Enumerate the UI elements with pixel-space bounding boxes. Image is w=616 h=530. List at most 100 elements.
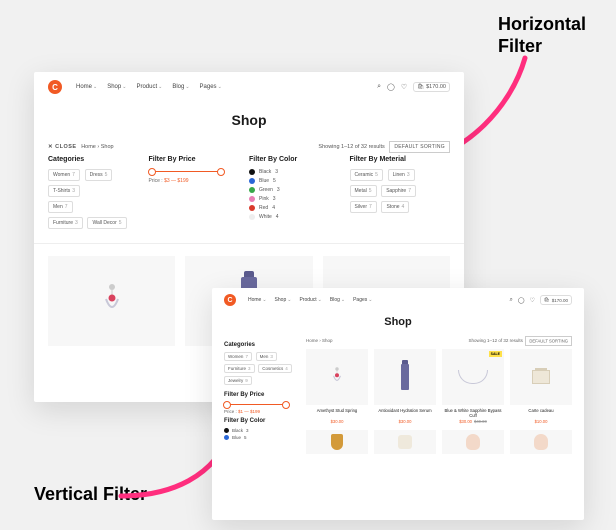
nav-shop[interactable]: Shop⌄ (275, 297, 292, 303)
bracelet-icon (458, 370, 488, 384)
filter-price: Filter By Price Price : $3 — $199 (149, 156, 250, 233)
result-count: Showing 1–12 of 32 results (469, 338, 523, 343)
color-option[interactable]: Black 3 (249, 169, 344, 175)
category-chip[interactable]: Furniture3 (48, 217, 83, 229)
nav-blog[interactable]: Blog⌄ (172, 84, 189, 90)
bottle-icon (401, 364, 409, 390)
product-card[interactable]: SALE Blue & White Sapphire Bypass Cuff $… (442, 349, 504, 424)
cart-button[interactable]: 🛍 $170.00 (413, 82, 450, 92)
product-card[interactable]: Antioxidant Hydration Serum $30.00 (374, 349, 436, 424)
wishlist-icon[interactable]: ♡ (401, 83, 407, 91)
sort-select[interactable]: DEFAULT SORTING (389, 141, 450, 153)
user-icon[interactable]: ◯ (518, 297, 525, 304)
toolbar: ✕ CLOSE Home › Shop Showing 1–12 of 32 r… (34, 144, 464, 156)
color-option[interactable]: Blue 5 (249, 178, 344, 184)
nav-product[interactable]: Product⌄ (299, 297, 321, 303)
product-name: Amethyst Stud Spring (306, 408, 368, 418)
filter-color: Filter By Color Black 3 Blue 5 Green 3 P… (249, 156, 350, 233)
product-card[interactable] (48, 256, 175, 346)
vertical-filter-sidebar: Categories Women7 Men3 Furniture3 Cosmet… (224, 338, 296, 454)
result-count: Showing 1–12 of 32 results (318, 144, 384, 150)
category-chip[interactable]: Jewelry9 (224, 376, 252, 385)
color-option[interactable]: Black 3 (224, 428, 296, 433)
wishlist-icon[interactable]: ♡ (530, 297, 535, 304)
nav-pages[interactable]: Pages⌄ (200, 84, 222, 90)
search-icon[interactable]: ⌕ (510, 297, 513, 304)
logo[interactable]: C (48, 80, 62, 94)
product-card[interactable] (510, 430, 572, 454)
logo[interactable]: C (224, 294, 236, 306)
material-heading: Filter By Meterial (350, 156, 445, 163)
category-chip[interactable]: Dress5 (85, 169, 113, 181)
nav-pages[interactable]: Pages⌄ (353, 297, 372, 303)
product-name: Antioxidant Hydration Serum (374, 408, 436, 418)
sale-badge: SALE (489, 351, 502, 357)
page-title: Shop (212, 308, 584, 338)
header: C Home⌄ Shop⌄ Product⌄ Blog⌄ Pages⌄ ⌕ ◯ … (212, 288, 584, 308)
category-chip[interactable]: Men3 (256, 352, 277, 361)
nav-product[interactable]: Product⌄ (136, 84, 162, 90)
user-icon[interactable]: ◯ (387, 83, 395, 91)
product-image (48, 256, 175, 346)
price-heading: Filter By Price (149, 156, 244, 163)
category-chip[interactable]: Furniture3 (224, 364, 255, 373)
nav-blog[interactable]: Blog⌄ (330, 297, 345, 303)
product-name: Carte cadeau (510, 408, 572, 418)
product-price: $30.00 (374, 419, 436, 424)
product-price: $10.00 (510, 419, 572, 424)
breadcrumb: Home › Shop (306, 338, 333, 343)
material-chip[interactable]: Linen3 (388, 169, 415, 181)
product-card[interactable]: Carte cadeau $10.00 (510, 349, 572, 424)
product-grid: Amethyst Stud Spring $30.00 Antioxidant … (306, 349, 572, 454)
category-chip[interactable]: Women7 (224, 352, 252, 361)
cart-button[interactable]: 🛍 $170.00 (540, 295, 572, 305)
product-card[interactable]: Amethyst Stud Spring $30.00 (306, 349, 368, 424)
thumb-icon (534, 434, 548, 450)
nav-home[interactable]: Home⌄ (248, 297, 267, 303)
page-title: Shop (34, 98, 464, 144)
close-filter-button[interactable]: ✕ CLOSE (48, 144, 77, 150)
thumb-icon (331, 434, 343, 450)
panel-vertical-filter: C Home⌄ Shop⌄ Product⌄ Blog⌄ Pages⌄ ⌕ ◯ … (212, 288, 584, 520)
header: C Home⌄ Shop⌄ Product⌄ Blog⌄ Pages⌄ ⌕ ◯ … (34, 72, 464, 98)
material-chip[interactable]: Ceramic5 (350, 169, 383, 181)
price-slider[interactable] (224, 404, 289, 405)
product-name: Blue & White Sapphire Bypass Cuff (442, 408, 504, 418)
nav-shop[interactable]: Shop⌄ (107, 84, 126, 90)
main-nav: Home⌄ Shop⌄ Product⌄ Blog⌄ Pages⌄ (248, 297, 372, 303)
color-option[interactable]: Blue 5 (224, 435, 296, 440)
categories-heading: Categories (48, 156, 143, 163)
product-price: $30.00$40.00 (442, 419, 504, 424)
category-chip[interactable]: Men7 (48, 201, 73, 213)
filter-material: Filter By Meterial Ceramic5 Linen3 Metal… (350, 156, 451, 233)
sort-select[interactable]: DEFAULT SORTING (525, 336, 572, 346)
category-chip[interactable]: Cosmetics4 (258, 364, 292, 373)
search-icon[interactable]: ⌕ (377, 83, 381, 91)
color-heading: Filter By Color (249, 156, 344, 163)
material-chip[interactable]: Metal5 (350, 185, 377, 197)
material-chip[interactable]: Sapphire7 (381, 185, 416, 197)
product-card[interactable] (306, 430, 368, 454)
product-card[interactable] (374, 430, 436, 454)
color-heading: Filter By Color (224, 418, 296, 424)
color-option[interactable]: Red 4 (249, 205, 344, 211)
color-option[interactable]: White 4 (249, 214, 344, 220)
product-area: Home › Shop Showing 1–12 of 32 results D… (306, 338, 572, 454)
price-heading: Filter By Price (224, 392, 296, 398)
thumb-icon (466, 434, 480, 450)
category-chip[interactable]: Women7 (48, 169, 80, 181)
material-chip[interactable]: Silver7 (350, 201, 377, 213)
color-option[interactable]: Pink 3 (249, 196, 344, 202)
breadcrumb: Home › Shop (81, 144, 113, 150)
material-chip[interactable]: Stone4 (381, 201, 409, 213)
nav-home[interactable]: Home⌄ (76, 84, 97, 90)
gift-icon (532, 370, 550, 384)
filter-categories: Categories Women7 Dress5 T-Shirts3 Men7 … (48, 156, 149, 233)
price-slider[interactable] (149, 171, 225, 172)
thumb-icon (398, 435, 412, 449)
color-option[interactable]: Green 3 (249, 187, 344, 193)
category-chip[interactable]: Wall Decor5 (87, 217, 126, 229)
category-chip[interactable]: T-Shirts3 (48, 185, 80, 197)
horizontal-filter-row: Categories Women7 Dress5 T-Shirts3 Men7 … (34, 156, 464, 244)
product-card[interactable] (442, 430, 504, 454)
